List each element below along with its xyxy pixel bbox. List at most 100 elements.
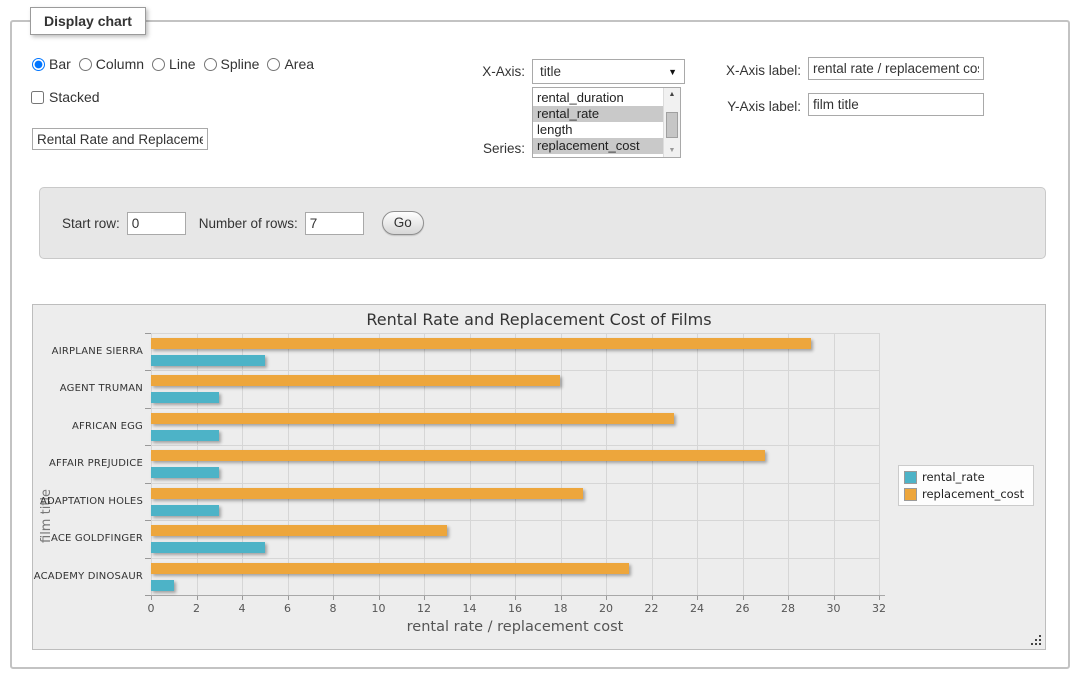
chart-type-radio-area[interactable] (267, 58, 280, 71)
chart-type-option-spline[interactable]: Spline (204, 56, 260, 72)
rows-panel: Start row: Number of rows: Go (39, 187, 1046, 259)
series-listbox-scrollbar[interactable]: ▲ ▼ (663, 88, 680, 157)
x-axis-tick-label: 20 (591, 602, 621, 615)
gridline-vertical (788, 333, 789, 595)
chart-type-radio-line[interactable] (152, 58, 165, 71)
bar-replacement_cost (151, 338, 811, 349)
x-axis-tick (151, 596, 152, 600)
chart-type-label: Line (169, 56, 195, 72)
series-listbox[interactable]: rental_durationrental_ratelengthreplacem… (532, 87, 681, 158)
chart-type-option-bar[interactable]: Bar (32, 56, 71, 72)
stacked-label: Stacked (49, 89, 100, 105)
gridline-vertical (879, 333, 880, 595)
x-axis-tick (697, 596, 698, 600)
gridline-horizontal (151, 408, 879, 409)
x-axis-label-input[interactable] (808, 57, 984, 80)
gridline-vertical (288, 333, 289, 595)
bar-rental_rate (151, 392, 219, 403)
series-options: rental_durationrental_ratelengthreplacem… (533, 88, 663, 157)
x-axis-tick (834, 596, 835, 600)
gridline-vertical (151, 333, 152, 595)
x-axis-select-label: X-Axis: (440, 64, 525, 79)
scroll-up-icon[interactable]: ▲ (664, 91, 680, 98)
y-axis-category-label: ADAPTATION HOLES (33, 496, 143, 507)
chart-type-option-column[interactable]: Column (79, 56, 144, 72)
x-axis-tick (879, 596, 880, 600)
bar-rental_rate (151, 430, 219, 441)
bar-replacement_cost (151, 413, 674, 424)
y-axis-category-label: AIRPLANE SIERRA (33, 346, 143, 357)
y-axis-label-input[interactable] (808, 93, 984, 116)
start-row-label: Start row: (62, 216, 120, 231)
chart-type-option-line[interactable]: Line (152, 56, 195, 72)
legend-item-replacement_cost[interactable]: replacement_cost (904, 487, 1024, 501)
legend-item-rental_rate[interactable]: rental_rate (904, 470, 1024, 484)
chart-title-input[interactable] (32, 128, 208, 150)
stacked-checkbox[interactable] (31, 91, 44, 104)
chart-type-option-area[interactable]: Area (267, 56, 314, 72)
gridline-vertical (561, 333, 562, 595)
x-axis-title: rental rate / replacement cost (151, 619, 879, 635)
chart-box: Rental Rate and Replacement Cost of Film… (32, 304, 1046, 650)
series-listbox-label: Series: (440, 141, 525, 156)
x-axis-tick (470, 596, 471, 600)
resize-grip-icon[interactable] (1030, 634, 1042, 646)
bar-rental_rate (151, 542, 265, 553)
legend-label: replacement_cost (922, 487, 1024, 501)
x-axis-tick (197, 596, 198, 600)
bar-rental_rate (151, 355, 265, 366)
series-option-replacement_cost[interactable]: replacement_cost (533, 138, 663, 154)
gridline-vertical (743, 333, 744, 595)
x-axis-tick (652, 596, 653, 600)
bar-rental_rate (151, 580, 174, 591)
x-axis-tick-label: 2 (182, 602, 212, 615)
y-axis-category-label: AGENT TRUMAN (33, 383, 143, 394)
gridline-vertical (652, 333, 653, 595)
x-axis-tick-label: 12 (409, 602, 439, 615)
y-axis-title: film title (39, 333, 54, 543)
scrollbar-thumb[interactable] (666, 112, 678, 138)
x-axis-tick-label: 24 (682, 602, 712, 615)
chart-type-label: Bar (49, 56, 71, 72)
series-option-rental_rate[interactable]: rental_rate (533, 106, 663, 122)
legend-swatch-rental_rate (904, 471, 917, 484)
x-axis-tick-label: 30 (819, 602, 849, 615)
gridline-horizontal (151, 445, 879, 446)
bar-replacement_cost (151, 563, 629, 574)
go-button[interactable]: Go (382, 211, 424, 235)
x-axis-tick (606, 596, 607, 600)
x-axis-select[interactable]: title ▼ (532, 59, 685, 84)
y-axis-category-label: ACE GOLDFINGER (33, 533, 143, 544)
series-option-length[interactable]: length (533, 122, 663, 138)
x-axis-tick (515, 596, 516, 600)
number-of-rows-input[interactable] (305, 212, 364, 235)
x-axis-line (151, 595, 885, 596)
x-axis-tick (242, 596, 243, 600)
chart-type-radio-spline[interactable] (204, 58, 217, 71)
gridline-horizontal (151, 520, 879, 521)
chart-type-radio-bar[interactable] (32, 58, 45, 71)
chart-type-label: Column (96, 56, 144, 72)
x-axis-tick-label: 0 (136, 602, 166, 615)
x-axis-tick (743, 596, 744, 600)
y-axis-category-label: AFRICAN EGG (33, 421, 143, 432)
gridline-vertical (379, 333, 380, 595)
chevron-down-icon: ▼ (668, 67, 677, 77)
stacked-option[interactable]: Stacked (31, 89, 100, 105)
chart-type-label: Area (284, 56, 314, 72)
gridline-horizontal (151, 558, 879, 559)
scroll-down-icon[interactable]: ▼ (664, 147, 680, 154)
chart-type-radio-column[interactable] (79, 58, 92, 71)
legend-swatch-replacement_cost (904, 488, 917, 501)
series-option-rental_duration[interactable]: rental_duration (533, 90, 663, 106)
chart-type-radio-group: Bar Column Line Spline Area (32, 56, 314, 72)
x-axis-tick (288, 596, 289, 600)
fieldset-legend: Display chart (30, 7, 146, 35)
start-row-input[interactable] (127, 212, 186, 235)
y-axis-category-label: AFFAIR PREJUDICE (33, 458, 143, 469)
chart-type-label: Spline (221, 56, 260, 72)
chart-title: Rental Rate and Replacement Cost of Film… (33, 310, 1045, 329)
gridline-vertical (242, 333, 243, 595)
x-axis-tick (333, 596, 334, 600)
x-axis-tick (788, 596, 789, 600)
